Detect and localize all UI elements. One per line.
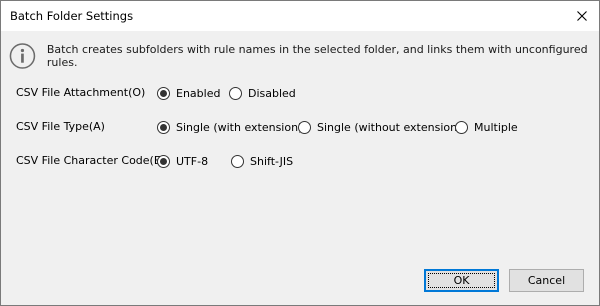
close-icon bbox=[577, 11, 587, 21]
csv-encoding-row: CSV File Character Code(E) UTF-8 Shift-J… bbox=[1, 151, 599, 171]
radio-selected-icon bbox=[157, 154, 170, 168]
csv-encoding-utf8-radio[interactable]: UTF-8 bbox=[157, 152, 208, 170]
radio-label: Shift-JIS bbox=[250, 154, 294, 168]
radio-label: Multiple bbox=[474, 120, 518, 134]
radio-unselected-icon bbox=[231, 154, 244, 168]
title-bar: Batch Folder Settings bbox=[1, 1, 599, 31]
batch-folder-settings-dialog: Batch Folder Settings Batch creates subf… bbox=[0, 0, 600, 306]
radio-unselected-icon bbox=[298, 120, 311, 134]
csv-attachment-enabled-radio[interactable]: Enabled bbox=[157, 84, 220, 102]
radio-selected-icon bbox=[157, 86, 170, 100]
csv-attachment-label: CSV File Attachment(O) bbox=[16, 86, 146, 99]
csv-type-label: CSV File Type(A) bbox=[16, 120, 105, 133]
csv-type-single-with-ext-radio[interactable]: Single (with extension) bbox=[157, 118, 302, 136]
radio-unselected-icon bbox=[455, 120, 468, 134]
radio-label: Single (with extension) bbox=[176, 120, 303, 134]
radio-unselected-icon bbox=[229, 86, 242, 100]
radio-label: UTF-8 bbox=[176, 154, 209, 168]
info-text: Batch creates subfolders with rule names… bbox=[46, 43, 588, 69]
csv-encoding-shiftjis-radio[interactable]: Shift-JIS bbox=[231, 152, 293, 170]
csv-attachment-disabled-radio[interactable]: Disabled bbox=[229, 84, 296, 102]
ok-button[interactable]: OK bbox=[424, 269, 499, 292]
csv-attachment-row: CSV File Attachment(O) Enabled Disabled bbox=[1, 83, 599, 103]
csv-type-multiple-radio[interactable]: Multiple bbox=[455, 118, 518, 136]
info-banner: Batch creates subfolders with rule names… bbox=[9, 42, 599, 70]
csv-type-single-without-ext-radio[interactable]: Single (without extension) bbox=[298, 118, 461, 136]
radio-label: Single (without extension) bbox=[317, 120, 462, 134]
csv-encoding-label: CSV File Character Code(E) bbox=[16, 154, 166, 167]
radio-label: Disabled bbox=[248, 86, 296, 100]
radio-label: Enabled bbox=[176, 86, 221, 100]
close-button[interactable] bbox=[565, 1, 599, 31]
csv-type-row: CSV File Type(A) Single (with extension)… bbox=[1, 117, 599, 137]
cancel-button[interactable]: Cancel bbox=[509, 269, 584, 292]
focus-rectangle bbox=[428, 273, 495, 288]
cancel-button-label: Cancel bbox=[527, 274, 566, 287]
radio-selected-icon bbox=[157, 120, 170, 134]
info-icon bbox=[9, 43, 36, 69]
window-title: Batch Folder Settings bbox=[10, 9, 134, 23]
